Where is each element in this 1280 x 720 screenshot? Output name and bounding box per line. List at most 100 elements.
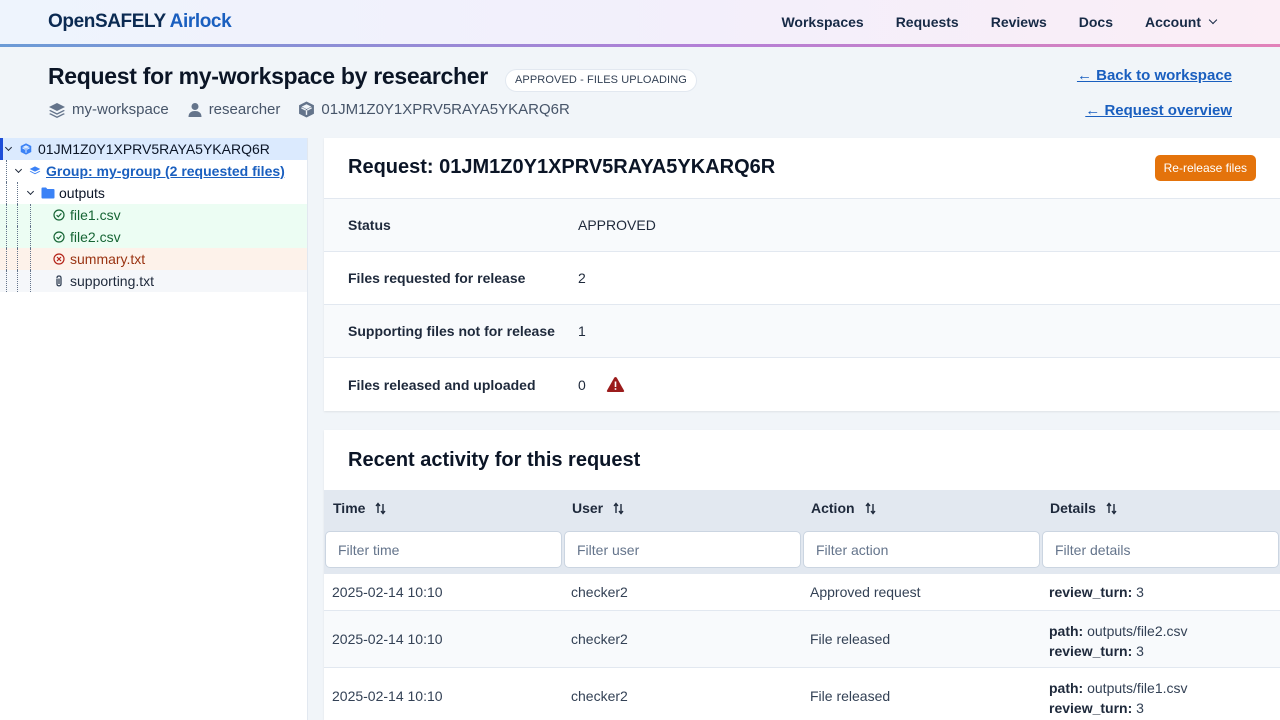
activity-table-header: Time User Action Details bbox=[324, 490, 1280, 574]
nav-workspaces[interactable]: Workspaces bbox=[781, 14, 863, 30]
file-tree: 01JM1Z0Y1XPRV5RAYA5YKARQ6R Group: my-gro… bbox=[0, 138, 308, 720]
column-header-details[interactable]: Details bbox=[1050, 500, 1117, 516]
cell-time: 2025-02-14 10:10 bbox=[332, 584, 443, 600]
table-row: 2025-02-14 10:10 checker2 Approved reque… bbox=[324, 574, 1280, 611]
nav-docs[interactable]: Docs bbox=[1079, 14, 1113, 30]
tree-guide-line bbox=[17, 248, 18, 270]
nav-reviews[interactable]: Reviews bbox=[991, 14, 1047, 30]
rerelease-files-button[interactable]: Re-release files bbox=[1154, 155, 1256, 181]
cell-user: checker2 bbox=[571, 584, 628, 600]
folder-icon bbox=[41, 187, 55, 199]
x-circle-icon bbox=[53, 253, 65, 265]
table-row: 2025-02-14 10:10 checker2 File released … bbox=[324, 668, 1280, 720]
request-overview-link[interactable]: ← Request overview bbox=[1085, 102, 1232, 119]
filter-time-input[interactable] bbox=[325, 531, 562, 568]
tree-file-rejected[interactable]: summary.txt bbox=[0, 248, 307, 270]
detail-key: path: bbox=[1049, 623, 1084, 639]
status-badge: APPROVED - FILES UPLOADING bbox=[505, 69, 697, 92]
detail-value: outputs/file1.csv bbox=[1087, 680, 1188, 696]
check-circle-icon bbox=[53, 209, 65, 221]
column-header-action[interactable]: Action bbox=[811, 500, 876, 516]
sort-icon bbox=[1106, 501, 1117, 515]
tree-file-label: supporting.txt bbox=[70, 273, 155, 289]
cell-action: Approved request bbox=[810, 584, 921, 600]
detail-value: 3 bbox=[1136, 584, 1144, 600]
detail-value: 0 bbox=[578, 376, 625, 393]
activity-card: Recent activity for this request Time Us… bbox=[324, 430, 1280, 720]
user-icon bbox=[188, 102, 202, 117]
meta-user: researcher bbox=[187, 101, 281, 118]
cell-details: review_turn: 3 bbox=[1049, 584, 1144, 600]
detail-key: review_turn: bbox=[1049, 584, 1133, 600]
tree-guide-line bbox=[6, 226, 7, 248]
detail-key: path: bbox=[1049, 680, 1084, 696]
chevron-down-icon[interactable] bbox=[26, 187, 35, 196]
tree-file-approved[interactable]: file2.csv bbox=[0, 226, 307, 248]
page-title: Request for my-workspace by researcher bbox=[48, 63, 488, 89]
brand-logo[interactable]: OpenSAFELY Airlock bbox=[48, 11, 232, 33]
warning-icon[interactable] bbox=[606, 376, 625, 393]
detail-row-status: Status APPROVED bbox=[324, 199, 1280, 252]
tree-group[interactable]: Group: my-group (2 requested files) bbox=[0, 160, 307, 182]
column-header-user[interactable]: User bbox=[572, 500, 624, 516]
tree-guide-line bbox=[6, 160, 7, 182]
tree-guide-line bbox=[30, 204, 31, 226]
tree-guide-line bbox=[6, 182, 7, 204]
chevron-down-icon[interactable] bbox=[14, 165, 23, 174]
cell-action: File released bbox=[810, 688, 891, 704]
cube-icon bbox=[20, 143, 32, 155]
tree-group-link[interactable]: Group: my-group (2 requested files) bbox=[46, 163, 285, 179]
chevron-down-icon[interactable] bbox=[4, 143, 13, 152]
cube-icon bbox=[299, 101, 315, 118]
filter-details-input[interactable] bbox=[1042, 531, 1279, 568]
detail-key: review_turn: bbox=[1049, 643, 1133, 659]
tree-guide-line bbox=[17, 226, 18, 248]
cell-action: File released bbox=[810, 631, 891, 647]
tree-root[interactable]: 01JM1Z0Y1XPRV5RAYA5YKARQ6R bbox=[0, 138, 307, 160]
cell-user: checker2 bbox=[571, 688, 628, 704]
header-gradient-stripe bbox=[0, 44, 1280, 47]
paperclip-icon bbox=[56, 274, 62, 286]
request-details-list: Status APPROVED Files requested for rele… bbox=[324, 199, 1280, 411]
nav-account-label: Account bbox=[1145, 14, 1201, 30]
sort-icon bbox=[375, 501, 386, 515]
tree-root-label: 01JM1Z0Y1XPRV5RAYA5YKARQ6R bbox=[38, 141, 270, 157]
detail-value: 3 bbox=[1136, 643, 1144, 659]
request-title: Request: 01JM1Z0Y1XPRV5RAYA5YKARQ6R bbox=[348, 156, 776, 178]
nav-account[interactable]: Account bbox=[1145, 14, 1218, 30]
layers-icon bbox=[29, 166, 41, 175]
meta-workspace: my-workspace bbox=[48, 101, 169, 118]
meta-workspace-label: my-workspace bbox=[72, 101, 169, 118]
tree-guide-line bbox=[30, 270, 31, 292]
back-to-workspace-link[interactable]: ← Back to workspace bbox=[1077, 67, 1232, 84]
meta-request-id: 01JM1Z0Y1XPRV5RAYA5YKARQ6R bbox=[298, 101, 570, 118]
main-nav: Workspaces Requests Reviews Docs Account bbox=[781, 0, 1280, 44]
filter-action-input[interactable] bbox=[803, 531, 1040, 568]
request-card-header: Request: 01JM1Z0Y1XPRV5RAYA5YKARQ6R Re-r… bbox=[324, 138, 1280, 199]
meta-request-id-label: 01JM1Z0Y1XPRV5RAYA5YKARQ6R bbox=[321, 101, 570, 118]
detail-value: outputs/file2.csv bbox=[1087, 623, 1188, 639]
nav-requests[interactable]: Requests bbox=[896, 14, 959, 30]
cell-time: 2025-02-14 10:10 bbox=[332, 631, 443, 647]
tree-folder[interactable]: outputs bbox=[0, 182, 307, 204]
activity-table-body: 2025-02-14 10:10 checker2 Approved reque… bbox=[324, 574, 1280, 720]
layers-icon bbox=[49, 102, 65, 118]
sort-icon bbox=[865, 501, 876, 515]
cell-user: checker2 bbox=[571, 631, 628, 647]
detail-row-requested: Files requested for release 2 bbox=[324, 252, 1280, 305]
detail-row-supporting: Supporting files not for release 1 bbox=[324, 305, 1280, 358]
tree-guide-line bbox=[6, 270, 7, 292]
tree-file-supporting[interactable]: supporting.txt bbox=[0, 270, 307, 292]
detail-row-uploaded: Files released and uploaded 0 bbox=[324, 358, 1280, 411]
cell-details: path: outputs/file1.csv review_turn: 3 bbox=[1049, 678, 1188, 718]
detail-value: APPROVED bbox=[578, 217, 656, 233]
column-label: User bbox=[572, 500, 604, 516]
meta-user-label: researcher bbox=[208, 101, 281, 118]
tree-guide-line bbox=[17, 182, 18, 204]
top-navbar: OpenSAFELY Airlock Workspaces Requests R… bbox=[0, 0, 1280, 44]
tree-guide-line bbox=[17, 270, 18, 292]
column-header-time[interactable]: Time bbox=[333, 500, 386, 516]
filter-user-input[interactable] bbox=[564, 531, 801, 568]
tree-file-approved[interactable]: file1.csv bbox=[0, 204, 307, 226]
sort-icon bbox=[613, 501, 624, 515]
